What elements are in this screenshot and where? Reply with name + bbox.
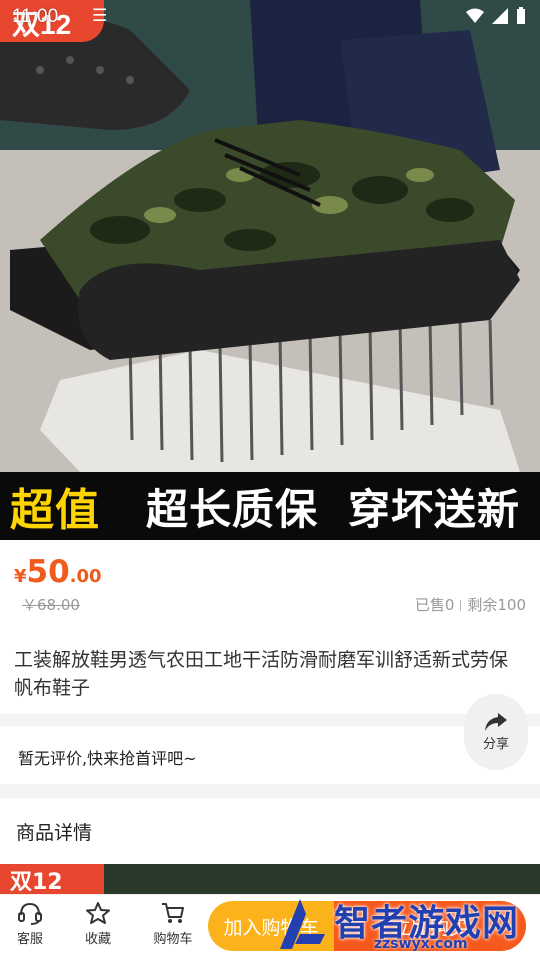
price-decimal: .00 — [69, 566, 102, 587]
headset-icon — [18, 902, 42, 925]
current-price: ¥50.00 — [14, 554, 102, 590]
favorite-tab[interactable]: 收藏 — [68, 901, 128, 947]
banner-replacement: 穿坏送新 — [348, 484, 521, 534]
sold-count: 已售0 — [414, 596, 455, 614]
share-button[interactable]: 分享 — [464, 694, 528, 770]
product-image[interactable] — [0, 0, 540, 472]
watermark-logo-icon — [280, 899, 325, 949]
notification-icon: ☰ — [92, 6, 108, 26]
status-icons — [466, 7, 526, 25]
site-watermark: 智者游戏网 zzswyx.com — [270, 890, 540, 960]
review-empty-text: 暂无评价,快来抢首评吧~ — [18, 749, 197, 768]
service-label: 客服 — [16, 932, 43, 947]
price-card: ¥50.00 ￥68.00 已售0 剩余100 工装解放鞋男透气农田工地干活防滑耐… — [0, 540, 540, 714]
share-label: 分享 — [482, 736, 509, 752]
cart-label: 购物车 — [153, 932, 193, 947]
divider — [460, 600, 462, 611]
status-bar: 11:00 ☰ — [0, 0, 540, 36]
review-section[interactable]: 暂无评价,快来抢首评吧~ — [0, 726, 540, 784]
service-tab[interactable]: 客服 — [0, 901, 60, 947]
battery-icon — [517, 7, 525, 24]
banner-warranty: 超长质保 — [146, 484, 319, 534]
product-photo-illustration — [0, 0, 540, 472]
share-icon — [485, 712, 507, 731]
promo-banner: 超值 超长质保 穿坏送新 — [0, 472, 540, 540]
favorite-label: 收藏 — [84, 932, 111, 947]
cart-tab[interactable]: 购物车 — [143, 901, 203, 947]
remaining-count: 剩余100 — [467, 596, 526, 614]
banner-highlight: 超值 — [10, 485, 100, 536]
price-currency: ¥ — [14, 566, 27, 587]
status-time: 11:00 — [12, 6, 59, 27]
wifi-icon — [466, 8, 484, 23]
watermark-url: zzswyx.com — [374, 936, 468, 952]
price-integer: 50 — [26, 554, 70, 590]
signal-icon — [492, 8, 508, 24]
cart-icon — [162, 903, 184, 923]
original-price: ￥68.00 — [22, 596, 80, 614]
detail-title: 商品详情 — [16, 822, 93, 844]
product-title: 工装解放鞋男透气农田工地干活防滑耐磨军训舒适新式劳保帆布鞋子 — [14, 649, 509, 699]
detail-promo-badge: 双12 — [0, 864, 104, 894]
star-icon — [86, 902, 110, 924]
detail-section: 商品详情 — [0, 798, 540, 864]
sales-info: 已售0 剩余100 — [415, 594, 526, 615]
